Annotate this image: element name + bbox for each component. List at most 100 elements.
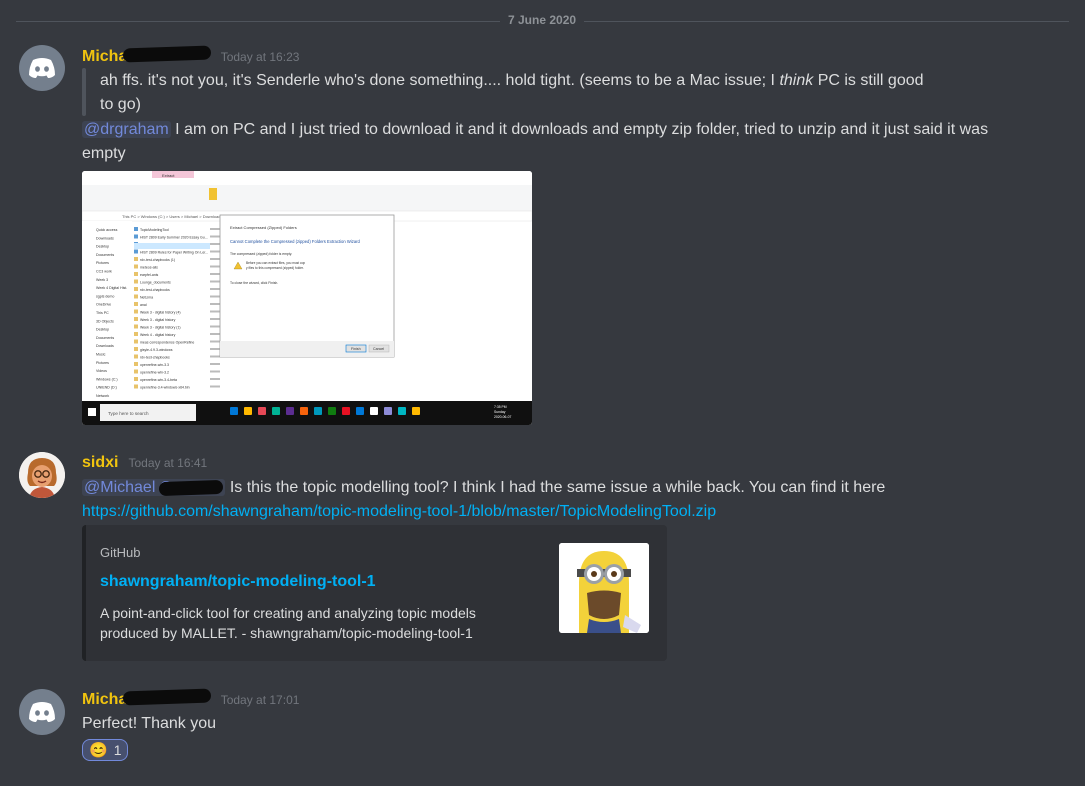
taskbar-app-icon xyxy=(272,407,280,415)
taskbar-app-icon xyxy=(328,407,336,415)
file-name: earpfel-anis xyxy=(140,273,159,277)
file-date-bar xyxy=(210,228,220,230)
file-icon xyxy=(134,287,138,291)
file-name: rdv-test-chapbooks xyxy=(140,288,170,292)
nav-item: Desktop xyxy=(96,245,109,249)
file-icon xyxy=(134,302,138,306)
embed-description: A point-and-click tool for creating and … xyxy=(100,605,476,641)
wizard-line: The compressed (zipped) folder is empty. xyxy=(230,252,292,256)
file-name: anal xyxy=(140,303,147,307)
tray-time: 7:35 PM xyxy=(494,405,507,409)
explorer-title: Extract xyxy=(162,173,175,178)
file-name: TopicModelingTool xyxy=(140,228,169,232)
file-date-bar xyxy=(210,250,220,253)
user-mention[interactable]: @Michael C xyxy=(82,479,226,496)
message-body: @Michael C Is this the topic modelling t… xyxy=(82,479,886,496)
taskbar-app-icon xyxy=(244,407,252,415)
file-icon xyxy=(134,332,138,336)
file-icon xyxy=(134,317,138,321)
selected-row xyxy=(134,243,210,249)
nav-item: Desktop xyxy=(96,328,109,332)
file-icon xyxy=(134,354,138,359)
file-date-bar xyxy=(210,325,220,328)
message-link-line: https://github.com/shawngraham/topic-mod… xyxy=(82,500,716,524)
message-body: @drgraham I am on PC and I just tried to… xyxy=(82,121,989,162)
file-icon xyxy=(134,227,138,231)
file-name: Week 3 - digital history (1) xyxy=(140,326,181,330)
nav-item: Windows (C:) xyxy=(96,377,118,381)
file-icon xyxy=(134,377,138,381)
file-icon xyxy=(134,309,138,314)
nav-item: Network xyxy=(96,394,109,398)
file-name: openrefine-win-3.3 xyxy=(140,363,169,367)
file-date-bar xyxy=(210,310,220,313)
nav-item: Documents xyxy=(96,336,114,340)
quote-emphasis: think xyxy=(779,72,814,89)
user-mention[interactable]: @drgraham xyxy=(82,121,171,138)
file-name: rdv-test-chapbooks (1) xyxy=(140,258,175,262)
redaction-mark xyxy=(122,45,211,63)
file-date-bar xyxy=(210,385,220,388)
timestamp[interactable]: Today at 16:41 xyxy=(128,456,207,470)
embed-title[interactable]: shawngraham/topic-modeling-tool-1 xyxy=(100,573,376,591)
nav-item: Pictures xyxy=(96,261,109,265)
taskbar-app-icon xyxy=(314,407,322,415)
timestamp[interactable]: Today at 16:23 xyxy=(221,50,300,64)
redaction-mark xyxy=(159,479,224,496)
wizard-dialog xyxy=(219,214,395,358)
avatar[interactable] xyxy=(19,452,65,498)
reaction-count: 1 xyxy=(113,742,122,758)
reaction-button[interactable]: 😊 1 xyxy=(82,739,129,761)
file-icon xyxy=(134,249,138,254)
file-date-bar xyxy=(210,288,220,290)
file-name: Lounge_documents xyxy=(140,281,171,285)
nav-item: Downloads xyxy=(96,236,114,240)
file-name: HIST 2809 Early Summer 2020 Essay Gu... xyxy=(140,236,208,240)
file-name: Week 4 - digital history xyxy=(140,333,176,337)
file-icon xyxy=(134,324,138,329)
timestamp[interactable]: Today at 17:01 xyxy=(221,693,300,707)
avatar[interactable] xyxy=(19,689,65,735)
attachment-screenshot: Extract This PC > Windows (C:) > Users > … xyxy=(82,171,532,425)
taskbar-app-icon xyxy=(370,407,378,415)
taskbar-app-icon xyxy=(286,407,294,415)
quote-bar xyxy=(82,68,86,116)
cartoon-avatar-icon xyxy=(19,452,65,498)
embed-provider[interactable]: GitHub xyxy=(100,545,140,560)
taskbar-app-icon xyxy=(342,407,350,415)
file-date-bar xyxy=(210,295,220,298)
file-icon xyxy=(134,279,138,284)
file-name: Week 3 - digital history (4) xyxy=(140,311,181,315)
image-attachment[interactable]: Extract This PC > Windows (C:) > Users > … xyxy=(82,171,532,425)
tray-date: 2020-06-07 xyxy=(494,415,511,419)
discord-logo-icon xyxy=(29,58,55,78)
file-icon xyxy=(134,272,138,276)
file-date-bar xyxy=(210,258,220,260)
tray-day: Sunday xyxy=(494,410,506,414)
taskbar-app-icon xyxy=(384,407,392,415)
file-date-bar xyxy=(210,318,220,320)
username[interactable]: sidxi xyxy=(82,454,118,472)
taskbar-app-icon xyxy=(230,407,238,415)
file-date-bar xyxy=(210,303,220,305)
ribbon-folder-icon xyxy=(209,188,217,200)
file-name: openrefine-3.4-windows-x64.bin xyxy=(140,386,190,390)
taskbar-app-icon xyxy=(300,407,308,415)
redaction-mark xyxy=(122,688,211,706)
file-name: NetLima xyxy=(140,296,153,300)
quote-text: ah ffs. it's not you, it's Senderle who'… xyxy=(100,72,924,113)
nav-item: Quick access xyxy=(96,228,118,232)
minion-thumbnail-icon xyxy=(559,543,649,633)
cancel-label: Cancel xyxy=(373,347,384,351)
avatar[interactable] xyxy=(19,45,65,91)
file-icon xyxy=(134,294,138,299)
message-header: Michael C Today at 17:01 xyxy=(82,688,300,709)
github-link[interactable]: https://github.com/shawngraham/topic-mod… xyxy=(82,503,716,520)
nav-item: 3D Objects xyxy=(96,319,114,323)
nav-item: sgpls demo xyxy=(96,294,114,298)
embed-thumbnail[interactable] xyxy=(559,543,649,633)
taskbar-search-placeholder: Type here to search xyxy=(108,411,149,416)
date-divider-label: 7 June 2020 xyxy=(500,13,585,27)
file-name: openrefine-win-3.2 xyxy=(140,371,169,375)
file-icon xyxy=(134,339,138,344)
